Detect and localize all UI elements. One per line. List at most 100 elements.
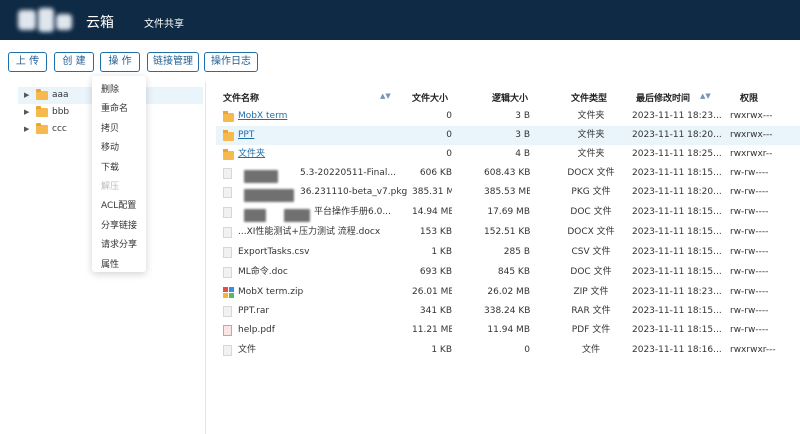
permission: rwxrwx--- [730, 130, 773, 140]
permission: rwxrwx--- [730, 111, 773, 121]
sort-icon[interactable]: ▲▼ [380, 92, 391, 100]
menu-item-move[interactable]: 移动 [101, 140, 119, 153]
tree-item-label: aaa [52, 90, 69, 100]
operate-dropdown-menu: 删除 重命名 拷贝 移动 下载 解压 ACL配置 分享链接 请求分享 属性 [92, 76, 146, 272]
logical-size: 385.53 MB [484, 187, 530, 197]
col-modified[interactable]: 最后修改时间 [636, 91, 690, 104]
col-name[interactable]: 文件名称 [223, 91, 259, 104]
logical-size: 17.69 MB [487, 207, 530, 217]
permission: rw-rw---- [730, 267, 769, 277]
op-log-button[interactable]: 操作日志 [204, 52, 258, 72]
modified-time: 2023-11-11 18:15... [632, 168, 722, 178]
file-size: 0 [446, 130, 452, 140]
file-size: 14.94 MB [412, 207, 452, 217]
file-name[interactable]: help.pdf [238, 321, 408, 340]
file-type: 文件夹 [577, 149, 605, 159]
caret-right-icon[interactable]: ▶ [24, 104, 29, 121]
file-name[interactable]: MobX term [238, 107, 408, 126]
modified-time: 2023-11-11 18:23... [632, 111, 722, 121]
redaction-block [244, 209, 266, 222]
table-row[interactable]: PPT 0 3 B 文件夹 2023-11-11 18:20... rwxrwx… [216, 126, 800, 145]
file-icon [223, 345, 232, 356]
file-name[interactable]: 5.3-20220511-Final... [300, 164, 410, 183]
file-name[interactable]: ...XI性能测试+压力测试 流程.docx [238, 223, 408, 242]
table-row[interactable]: 36.231110-beta_v7.pkg 385.31 MB 385.53 M… [216, 183, 800, 202]
table-row[interactable]: ExportTasks.csv 1 KB 285 B CSV 文件 2023-1… [216, 243, 800, 262]
file-type: RAR 文件 [571, 306, 611, 316]
file-name[interactable]: 平台操作手册6.0... [314, 203, 410, 222]
menu-item-request-share[interactable]: 请求分享 [101, 237, 137, 250]
file-type: ZIP 文件 [573, 287, 609, 297]
logical-size: 608.43 KB [484, 168, 530, 178]
menu-item-extract: 解压 [101, 182, 120, 192]
file-size: 11.21 MB [412, 325, 452, 335]
logical-size: 26.02 MB [487, 287, 530, 297]
modified-time: 2023-11-11 18:16... [632, 345, 722, 355]
menu-item-copy[interactable]: 拷贝 [101, 121, 119, 134]
file-icon [223, 207, 232, 218]
folder-icon [223, 111, 234, 122]
table-row[interactable]: help.pdf 11.21 MB 11.94 MB PDF 文件 2023-1… [216, 321, 800, 340]
table-row[interactable]: 5.3-20220511-Final... 606 KB 608.43 KB D… [216, 164, 800, 183]
file-type: DOCX 文件 [567, 227, 615, 237]
file-size: 606 KB [419, 168, 452, 178]
file-icon [223, 267, 232, 278]
col-perm[interactable]: 权限 [740, 91, 758, 104]
link-manage-button[interactable]: 链接管理 [147, 52, 199, 72]
file-size: 385.31 MB [412, 187, 452, 197]
nav-file-share[interactable]: 文件共享 [144, 15, 184, 30]
file-name[interactable]: 36.231110-beta_v7.pkg [300, 183, 410, 202]
table-row[interactable]: 文件 1 KB 0 文件 2023-11-11 18:16... rwxrwxr… [216, 341, 800, 360]
table-header: 文件名称 ▲▼ 文件大小 逻辑大小 文件类型 最后修改时间 ▲▼ 权限 [216, 88, 800, 106]
col-type[interactable]: 文件类型 [571, 91, 607, 104]
create-button[interactable]: 创 建 [54, 52, 94, 72]
file-type: 文件 [581, 345, 600, 355]
file-icon [223, 227, 232, 238]
folder-icon [36, 89, 48, 100]
upload-button[interactable]: 上 传 [8, 52, 47, 72]
col-logical-size[interactable]: 逻辑大小 [492, 91, 528, 104]
sort-icon[interactable]: ▲▼ [700, 92, 711, 100]
caret-right-icon[interactable]: ▶ [24, 87, 29, 104]
file-name[interactable]: PPT [238, 126, 408, 145]
table-row[interactable]: ML命令.doc 693 KB 845 KB DOC 文件 2023-11-11… [216, 263, 800, 282]
menu-item-properties[interactable]: 属性 [101, 257, 119, 270]
menu-item-rename[interactable]: 重命名 [101, 101, 128, 114]
folder-icon [36, 123, 48, 134]
file-name[interactable]: 文件夹 [238, 145, 408, 164]
operate-button[interactable]: 操 作 [100, 52, 140, 72]
col-size[interactable]: 文件大小 [412, 91, 448, 104]
permission: rw-rw---- [730, 168, 769, 178]
table-row[interactable]: 文件夹 0 4 B 文件夹 2023-11-11 18:25... rwxrwx… [216, 145, 800, 164]
modified-time: 2023-11-11 18:15... [632, 267, 722, 277]
permission: rw-rw---- [730, 227, 769, 237]
logical-size: 285 B [503, 247, 530, 257]
permission: rw-rw---- [730, 287, 769, 297]
file-name[interactable]: ExportTasks.csv [238, 243, 408, 262]
file-name[interactable]: ML命令.doc [238, 263, 408, 282]
menu-item-share-link[interactable]: 分享链接 [101, 218, 137, 231]
file-name[interactable]: MobX term.zip [238, 283, 408, 302]
folder-icon [223, 149, 234, 160]
file-type: CSV 文件 [571, 247, 611, 257]
file-size: 0 [446, 111, 452, 121]
table-row[interactable]: ...XI性能测试+压力测试 流程.docx 153 KB 152.51 KB … [216, 223, 800, 242]
table-row[interactable]: MobX term 0 3 B 文件夹 2023-11-11 18:23... … [216, 107, 800, 126]
modified-time: 2023-11-11 18:15... [632, 247, 722, 257]
file-name[interactable]: PPT.rar [238, 302, 408, 321]
menu-item-delete[interactable]: 删除 [101, 82, 119, 95]
file-type: 文件夹 [577, 130, 605, 140]
permission: rwxrwxr-- [730, 149, 773, 159]
modified-time: 2023-11-11 18:15... [632, 325, 722, 335]
caret-right-icon[interactable]: ▶ [24, 121, 29, 138]
menu-item-download[interactable]: 下载 [101, 160, 119, 173]
modified-time: 2023-11-11 18:15... [632, 207, 722, 217]
file-name[interactable]: 文件 [238, 341, 408, 360]
modified-time: 2023-11-11 18:15... [632, 306, 722, 316]
table-row[interactable]: PPT.rar 341 KB 338.24 KB RAR 文件 2023-11-… [216, 302, 800, 321]
file-type: PDF 文件 [571, 325, 611, 335]
table-row[interactable]: MobX term.zip 26.01 MB 26.02 MB ZIP 文件 2… [216, 283, 800, 302]
permission: rw-rw---- [730, 207, 769, 217]
menu-item-acl[interactable]: ACL配置 [101, 198, 136, 211]
tree-item-label: bbb [52, 107, 70, 117]
